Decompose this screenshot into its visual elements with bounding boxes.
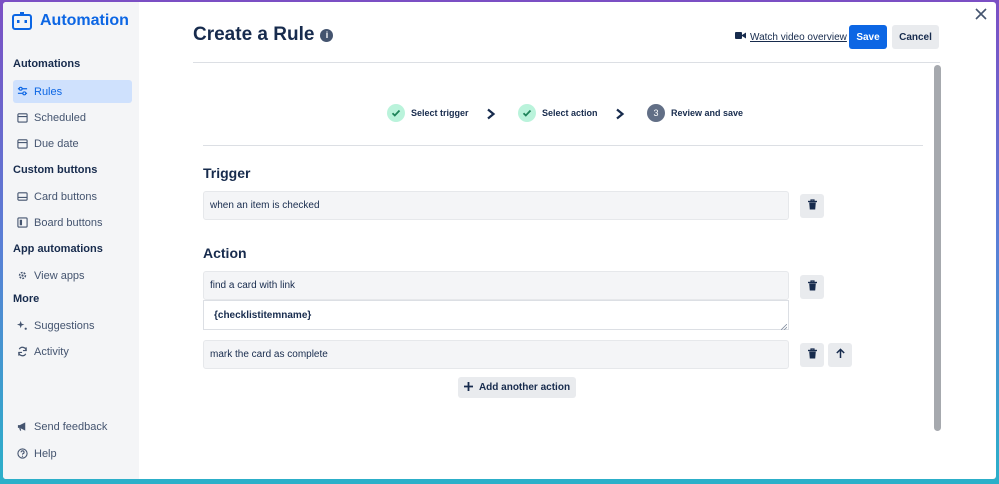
calendar-icon	[16, 112, 28, 124]
delete-action-button[interactable]	[800, 275, 824, 299]
step-label: Select action	[542, 108, 598, 118]
checkmark-icon	[387, 104, 405, 122]
sidebar: Automation Automations Rules Scheduled D…	[3, 2, 139, 479]
step-number: 3	[647, 104, 665, 122]
sidebar-item-label: Help	[34, 447, 57, 460]
arrow-up-icon	[835, 346, 846, 364]
trash-icon	[807, 278, 818, 296]
sidebar-section-app-automations: App automations	[13, 243, 103, 255]
scrollbar-thumb[interactable]	[934, 65, 941, 431]
trigger-text: when an item is checked	[210, 200, 320, 211]
action-field[interactable]: mark the card as complete	[203, 340, 789, 369]
sidebar-item-label: Board buttons	[34, 216, 103, 229]
sliders-icon	[16, 86, 28, 98]
sidebar-item-label: View apps	[34, 269, 85, 282]
sidebar-item-label: Suggestions	[34, 319, 95, 332]
info-icon[interactable]: i	[320, 28, 334, 42]
trash-icon	[807, 346, 818, 364]
robot-icon	[12, 12, 32, 30]
save-button[interactable]: Save	[849, 25, 887, 49]
checkmark-icon	[518, 104, 536, 122]
gear-icon	[16, 270, 28, 282]
delete-trigger-button[interactable]	[800, 194, 824, 218]
action-field[interactable]: find a card with link	[203, 271, 789, 300]
refresh-icon	[16, 346, 28, 358]
sidebar-section-more: More	[13, 293, 40, 305]
sidebar-section-automations: Automations	[13, 58, 81, 70]
step-select-action[interactable]: Select action	[518, 104, 598, 122]
cancel-button[interactable]: Cancel	[892, 25, 939, 49]
chevron-right-icon	[615, 107, 625, 120]
sidebar-section-custom-buttons: Custom buttons	[13, 164, 98, 176]
board-icon	[16, 217, 28, 229]
sidebar-item-due-date[interactable]: Due date	[13, 132, 132, 155]
sidebar-item-label: Due date	[34, 137, 79, 150]
sidebar-item-label: Card buttons	[34, 190, 97, 203]
sidebar-item-label: Scheduled	[34, 111, 86, 124]
header-divider	[193, 62, 940, 63]
sparkle-icon	[16, 320, 28, 332]
watch-video-link[interactable]: Watch video overview	[735, 31, 847, 43]
sidebar-item-label: Activity	[34, 345, 69, 358]
sidebar-item-view-apps[interactable]: View apps	[13, 264, 132, 287]
megaphone-icon	[16, 421, 28, 433]
calendar-icon	[16, 138, 28, 150]
close-icon[interactable]	[972, 5, 990, 23]
watch-video-label: Watch video overview	[750, 31, 847, 43]
sidebar-item-send-feedback[interactable]: Send feedback	[13, 415, 132, 438]
action-text: mark the card as complete	[210, 349, 328, 360]
brand: Automation	[12, 12, 129, 30]
step-label: Review and save	[671, 108, 744, 118]
sidebar-item-activity[interactable]: Activity	[13, 340, 132, 363]
resize-grip-icon[interactable]	[780, 322, 788, 331]
sidebar-item-card-buttons[interactable]: Card buttons	[13, 185, 132, 208]
step-select-trigger[interactable]: Select trigger	[387, 104, 469, 122]
trigger-heading: Trigger	[203, 165, 251, 181]
add-action-label: Add another action	[478, 382, 571, 393]
sidebar-item-rules[interactable]: Rules	[13, 80, 132, 103]
page-title: Create a Rule i	[193, 24, 334, 46]
step-label: Select trigger	[411, 108, 469, 118]
add-another-action-button[interactable]: Add another action	[458, 377, 576, 398]
action-text: find a card with link	[210, 280, 296, 291]
card-link-value: {checklistitemname}	[214, 309, 312, 321]
sidebar-item-board-buttons[interactable]: Board buttons	[13, 211, 132, 234]
step-review-and-save[interactable]: 3 Review and save	[647, 104, 743, 122]
sidebar-item-suggestions[interactable]: Suggestions	[13, 314, 132, 337]
stepper-divider	[203, 145, 923, 146]
sidebar-item-help[interactable]: Help	[13, 442, 132, 465]
card-icon	[16, 191, 28, 203]
move-action-up-button[interactable]	[828, 343, 852, 367]
sidebar-item-label: Rules	[34, 85, 63, 98]
page-title-text: Create a Rule	[193, 24, 315, 45]
app-title: Automation	[40, 12, 129, 29]
video-camera-icon	[735, 31, 746, 43]
chevron-right-icon	[486, 107, 496, 120]
delete-action-button[interactable]	[800, 343, 824, 367]
help-icon	[16, 448, 28, 460]
sidebar-item-label: Send feedback	[34, 420, 108, 433]
automation-modal: Automation Automations Rules Scheduled D…	[3, 2, 996, 479]
card-link-input[interactable]: {checklistitemname}	[203, 300, 789, 331]
plus-icon	[463, 381, 473, 394]
trash-icon	[807, 197, 818, 215]
trigger-field[interactable]: when an item is checked	[203, 191, 789, 220]
sidebar-item-scheduled[interactable]: Scheduled	[13, 106, 132, 129]
action-heading: Action	[203, 245, 247, 261]
